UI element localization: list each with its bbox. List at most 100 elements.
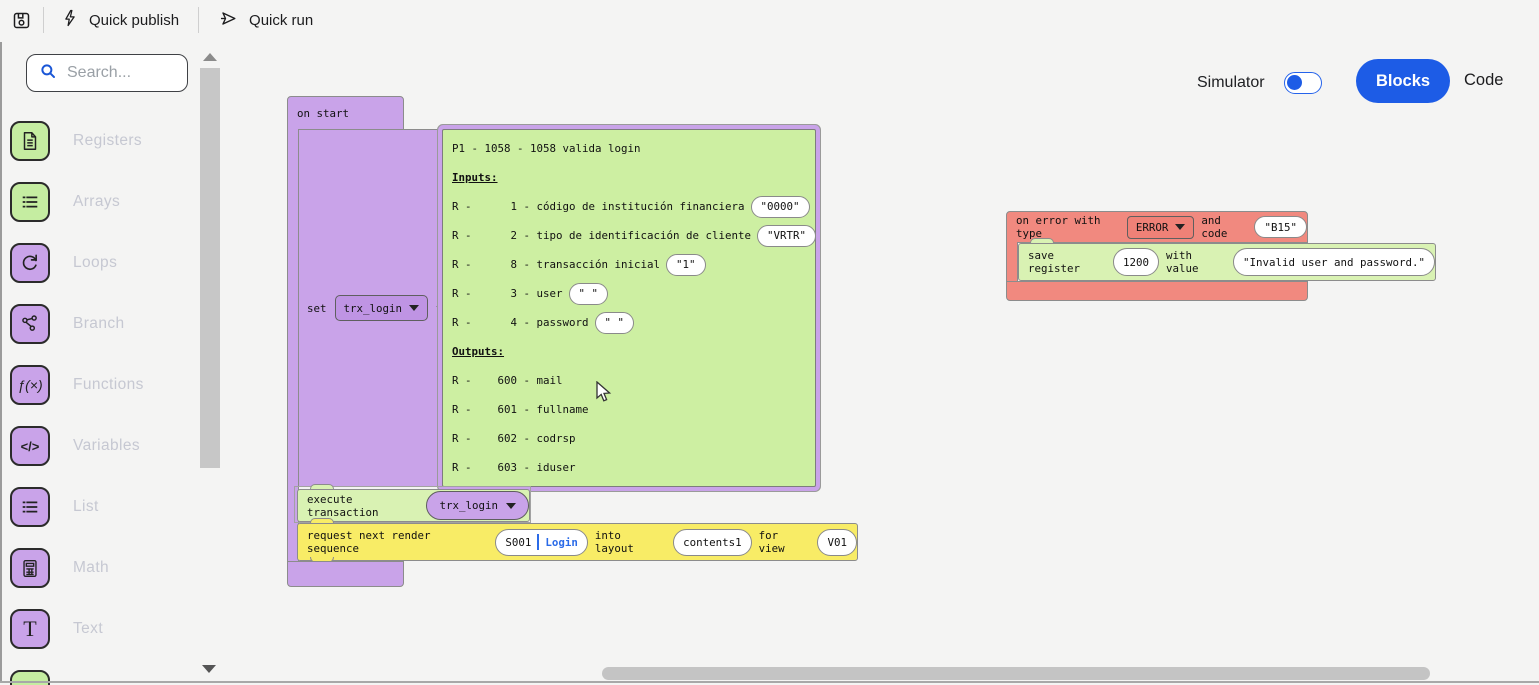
set-label: set <box>307 302 327 315</box>
execute-transaction-label: execute transaction <box>307 493 418 519</box>
sidebar-item-loops[interactable]: Loops <box>10 243 195 283</box>
render-label-3: for view <box>759 529 811 555</box>
sidebar-item-label: Variables <box>73 437 140 455</box>
sidebar-item-registers[interactable]: Registers <box>10 121 195 161</box>
sidebar-item-text[interactable]: T Text <box>10 609 195 649</box>
blocks-view-button[interactable]: Blocks <box>1356 59 1450 103</box>
sequence-separator <box>537 534 539 550</box>
document-icon <box>10 121 50 161</box>
quick-run-button[interactable]: Quick run <box>218 9 313 32</box>
save-register-label-1: save register <box>1028 249 1106 275</box>
sidebar-item-label: Functions <box>73 376 144 394</box>
set-variable-block[interactable]: set trx_login to <box>298 129 441 487</box>
error-type-dropdown[interactable]: ERROR <box>1127 216 1195 239</box>
value-pill[interactable]: "0000" <box>751 196 810 218</box>
on-error-spine <box>1006 242 1018 282</box>
quick-run-label: Quick run <box>249 12 313 29</box>
calculator-icon <box>10 548 50 588</box>
on-error-label-2: and code <box>1201 214 1247 240</box>
sequence-pill[interactable]: S001 Login <box>495 529 588 556</box>
error-code-pill[interactable]: "B15" <box>1254 216 1307 238</box>
block-category-list: Registers Arrays Loops <box>10 121 195 685</box>
transaction-dropdown-value: trx_login <box>439 499 498 512</box>
horizontal-scrollbar-thumb[interactable] <box>602 667 1430 680</box>
output-row: R - 602 - codrsp <box>452 424 815 453</box>
search-input[interactable] <box>67 64 167 82</box>
code-view-button[interactable]: Code <box>1464 71 1503 90</box>
value-pill[interactable]: "1" <box>666 254 706 276</box>
output-row: R - 603 - iduser <box>452 453 815 482</box>
search-icon <box>39 62 57 85</box>
sidebar-item-variables[interactable]: </> Variables <box>10 426 195 466</box>
request-render-block[interactable]: request next render sequence S001 Login … <box>297 523 858 561</box>
sidebar-item-label: Arrays <box>73 193 120 211</box>
register-value-pill[interactable]: "Invalid user and password." <box>1233 248 1435 276</box>
toolbar-divider <box>43 7 44 33</box>
toolbar-divider <box>198 7 199 33</box>
transaction-definition-block[interactable]: P1 - 1058 - 1058 valida login Inputs: R … <box>442 129 816 487</box>
sidebar-item-branch[interactable]: Branch <box>10 304 195 344</box>
save-button[interactable] <box>11 10 32 31</box>
transaction-title: P1 - 1058 - 1058 valida login <box>452 134 815 163</box>
render-label-1: request next render sequence <box>307 529 488 555</box>
scroll-up-arrow[interactable] <box>203 53 217 61</box>
chevron-down-icon <box>506 503 516 509</box>
vertical-scrollbar-thumb[interactable] <box>200 68 220 468</box>
fx-icon: ƒ(×) <box>10 365 50 405</box>
mouse-cursor <box>596 381 613 409</box>
search-box[interactable] <box>26 54 188 92</box>
save-icon <box>11 10 32 31</box>
input-row: R - 3 - user " " <box>452 279 815 308</box>
value-pill[interactable]: " " <box>595 312 635 334</box>
value-pill[interactable]: " " <box>569 283 609 305</box>
inputs-heading: Inputs: <box>452 171 498 184</box>
error-type-value: ERROR <box>1136 221 1169 234</box>
sidebar-item-list[interactable]: List <box>10 487 195 527</box>
quick-publish-button[interactable]: Quick publish <box>61 8 179 32</box>
text-icon: T <box>10 609 50 649</box>
run-send-icon <box>218 9 239 32</box>
quick-publish-label: Quick publish <box>89 12 179 29</box>
sidebar-item-label: List <box>73 498 99 516</box>
layout-pill[interactable]: contents1 <box>673 529 752 556</box>
transaction-dropdown[interactable]: trx_login <box>426 491 529 520</box>
toggle-knob <box>1287 75 1302 90</box>
code-icon: </> <box>10 426 50 466</box>
chevron-down-icon <box>1175 224 1185 230</box>
branch-icon <box>10 304 50 344</box>
variable-dropdown-value: trx_login <box>344 302 403 315</box>
on-start-footer <box>287 561 404 587</box>
on-error-footer <box>1006 281 1308 301</box>
save-register-block[interactable]: save register 1200 with value "Invalid u… <box>1018 243 1436 281</box>
on-start-block[interactable]: on start <box>287 96 404 130</box>
input-row: R - 1 - código de institución financiera… <box>452 192 815 221</box>
output-row: R - 600 - mail <box>452 366 815 395</box>
list-icon <box>10 182 50 222</box>
sidebar-item-arrays[interactable]: Arrays <box>10 182 195 222</box>
sidebar-item-functions[interactable]: ƒ(×) Functions <box>10 365 195 405</box>
list-icon <box>10 487 50 527</box>
simulator-label: Simulator <box>1197 74 1265 92</box>
register-pill[interactable]: 1200 <box>1113 248 1159 276</box>
variable-dropdown[interactable]: trx_login <box>335 295 429 321</box>
sidebar-item-label: Math <box>73 559 109 577</box>
value-pill[interactable]: "VRTR" <box>757 225 816 247</box>
sidebar-item-label: Registers <box>73 132 142 150</box>
app-window: Quick publish Quick run <box>0 0 1539 685</box>
top-toolbar: Quick publish Quick run <box>0 0 1539 40</box>
view-pill[interactable]: V01 <box>817 529 857 556</box>
on-error-label-1: on error with type <box>1016 214 1120 240</box>
render-label-2: into layout <box>595 529 666 555</box>
sidebar-item-math[interactable]: Math <box>10 548 195 588</box>
chevron-down-icon <box>409 305 419 311</box>
simulator-toggle[interactable] <box>1284 72 1322 94</box>
sidebar-item-label: Text <box>73 620 103 638</box>
sidebar-item-label: Loops <box>73 254 117 272</box>
input-row: R - 2 - tipo de identificación de client… <box>452 221 815 250</box>
loop-arrow-icon <box>10 243 50 283</box>
on-start-label: on start <box>297 107 349 120</box>
sidebar-item-label: Branch <box>73 315 125 333</box>
execute-transaction-block[interactable]: execute transaction trx_login <box>297 489 530 522</box>
scroll-down-arrow[interactable] <box>202 665 216 673</box>
lightning-icon <box>61 8 79 32</box>
